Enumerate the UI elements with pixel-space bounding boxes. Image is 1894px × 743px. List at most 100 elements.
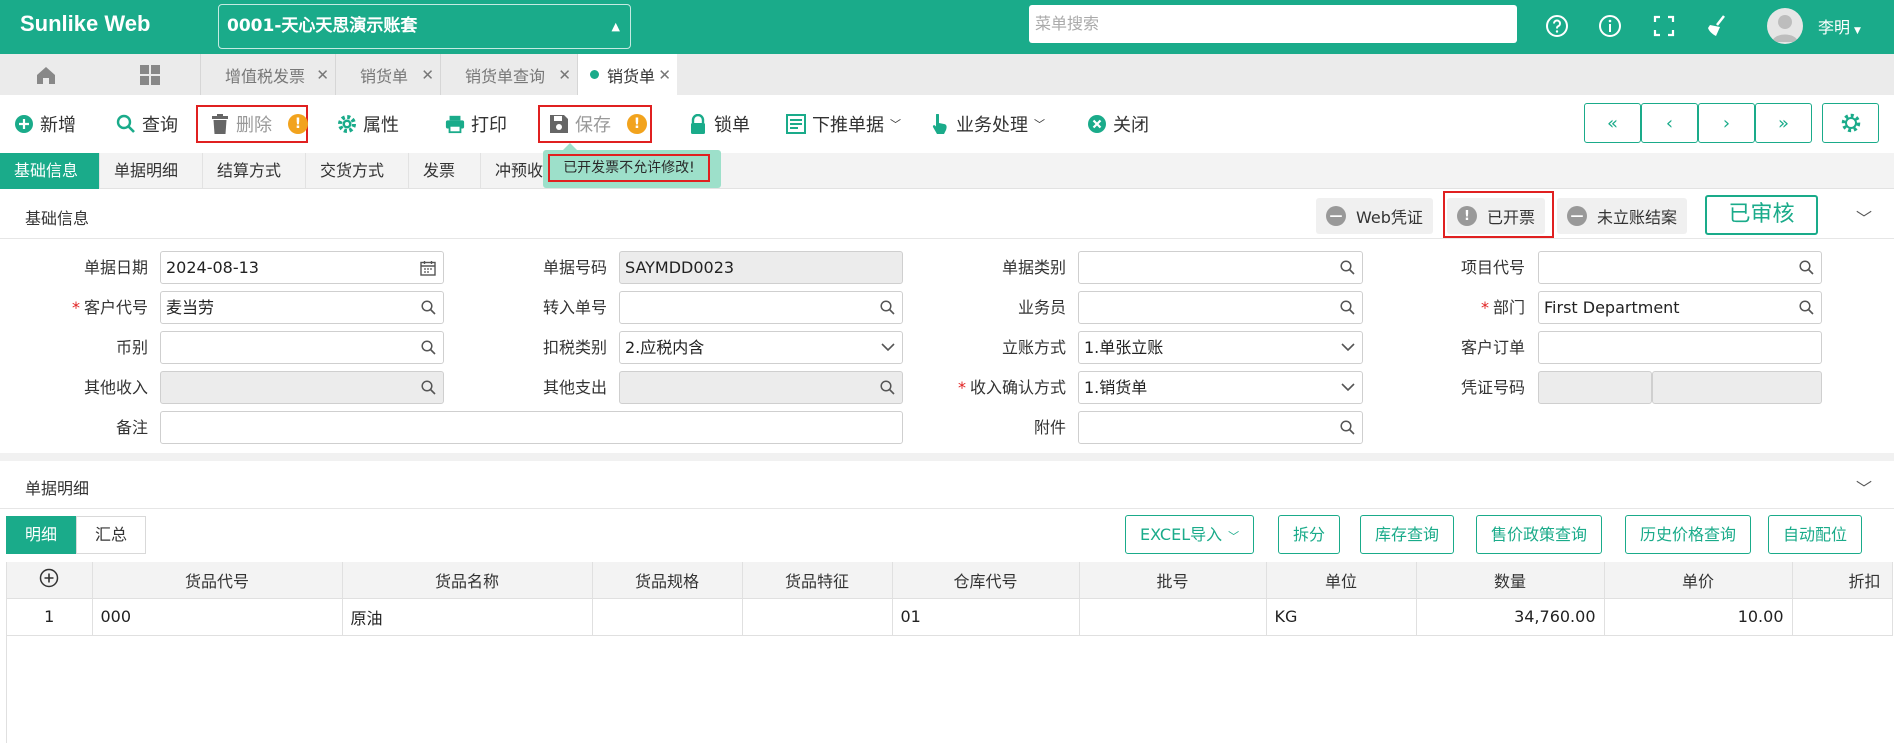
cell-discount[interactable] [1792, 598, 1893, 636]
tab-sales-order[interactable]: 销货单 ✕ [335, 54, 440, 95]
cell-name[interactable]: 原油 [342, 598, 593, 636]
subtab-summary[interactable]: 汇总 [76, 516, 147, 554]
search-icon[interactable] [421, 332, 436, 363]
customer-field[interactable]: 麦当劳 [160, 291, 444, 324]
doc-date-field[interactable]: 2024-08-13 [160, 251, 444, 284]
cell-warehouse[interactable]: 01 [892, 598, 1080, 636]
stock-query-button[interactable]: 库存查询 [1360, 515, 1455, 554]
excel-import-button[interactable]: EXCEL导入 ﹀ [1125, 515, 1255, 554]
attachment-field[interactable] [1078, 411, 1363, 444]
user-avatar[interactable] [1767, 8, 1803, 44]
search-icon[interactable] [880, 292, 895, 323]
properties-button[interactable]: 属性 [337, 95, 399, 153]
subtab-detail[interactable]: 明细 [6, 516, 77, 554]
col-header[interactable]: 货品代号 [92, 562, 343, 599]
col-header[interactable]: 数量 [1416, 562, 1605, 599]
collapse-chevron-icon[interactable]: ﹀ [1856, 205, 1872, 229]
income-confirm-select[interactable]: 1.销货单 [1078, 371, 1363, 404]
lock-button[interactable]: 锁单 [688, 95, 750, 153]
cell-spec[interactable] [592, 598, 743, 636]
tax-select[interactable]: 2.应税内含 [619, 331, 903, 364]
info-icon[interactable] [1597, 13, 1623, 39]
cust-order-field[interactable] [1538, 331, 1822, 364]
search-icon[interactable] [1340, 412, 1355, 443]
other-income-field[interactable] [160, 371, 444, 404]
doc-type-field[interactable] [1078, 251, 1363, 284]
settings-button[interactable] [1822, 103, 1879, 143]
cell-price[interactable]: 10.00 [1604, 598, 1793, 636]
col-header[interactable]: 单价 [1604, 562, 1793, 599]
collapse-chevron-icon[interactable]: ﹀ [1856, 475, 1872, 499]
cell-unit[interactable]: KG [1266, 598, 1417, 636]
close-icon[interactable]: ✕ [558, 66, 571, 84]
prev-record-button[interactable]: ‹ [1641, 103, 1698, 143]
search-icon[interactable] [1799, 292, 1814, 323]
delete-button[interactable]: 删除 ! [210, 95, 308, 153]
tab-invoice[interactable]: 发票 [409, 153, 481, 189]
print-button[interactable]: 打印 [445, 95, 507, 153]
other-expense-field[interactable] [619, 371, 903, 404]
next-record-button[interactable]: › [1698, 103, 1755, 143]
tab-sales-query[interactable]: 销货单查询 ✕ [440, 54, 577, 95]
tab-vat-invoice[interactable]: 增值税发票 ✕ [200, 54, 335, 95]
tab-settlement[interactable]: 结算方式 [203, 153, 306, 189]
account-select[interactable]: 1.单张立账 [1078, 331, 1363, 364]
tab-sales-order-active[interactable]: 销货单 ✕ [577, 54, 677, 95]
tab-prepayment[interactable]: 冲预收 [481, 153, 551, 189]
fullscreen-icon[interactable] [1651, 13, 1677, 39]
account-selector[interactable]: 0001-天心天思演示账套 ▲ [218, 4, 631, 49]
business-menu[interactable]: 业务处理 ﹀ [930, 95, 1045, 153]
tab-detail[interactable]: 单据明细 [100, 153, 203, 189]
web-voucher-status[interactable]: — Web凭证 [1316, 198, 1433, 234]
cell-batch[interactable] [1079, 598, 1267, 636]
col-header[interactable]: 批号 [1079, 562, 1267, 599]
tab-label: 销货单 [360, 66, 409, 86]
search-icon[interactable] [1799, 252, 1814, 283]
search-icon[interactable] [1340, 292, 1355, 323]
dept-field[interactable]: First Department [1538, 291, 1822, 324]
cell-qty[interactable]: 34,760.00 [1416, 598, 1605, 636]
col-header[interactable]: 货品名称 [342, 562, 593, 599]
search-icon[interactable] [1340, 252, 1355, 283]
project-field[interactable] [1538, 251, 1822, 284]
user-menu[interactable]: 李明 ▼ [1818, 14, 1861, 38]
col-header[interactable]: 仓库代号 [892, 562, 1080, 599]
first-record-button[interactable]: « [1584, 103, 1641, 143]
col-header[interactable]: 货品规格 [592, 562, 743, 599]
currency-field[interactable] [160, 331, 444, 364]
col-header[interactable]: 货品特征 [742, 562, 893, 599]
cell-code[interactable]: 000 [92, 598, 343, 636]
history-price-button[interactable]: 历史价格查询 [1625, 515, 1752, 554]
col-header[interactable]: 折扣 [1792, 562, 1893, 599]
clean-icon[interactable] [1704, 13, 1730, 39]
close-icon[interactable]: ✕ [421, 66, 434, 84]
auto-allocate-button[interactable]: 自动配位 [1768, 515, 1863, 554]
push-down-menu[interactable]: 下推单据 ﹀ [786, 95, 901, 153]
last-record-button[interactable]: » [1755, 103, 1812, 143]
home-tab[interactable] [0, 54, 92, 95]
apps-tab[interactable] [100, 54, 200, 95]
menu-search-input[interactable]: 菜单搜索 [1029, 5, 1517, 43]
calendar-icon[interactable] [420, 252, 436, 283]
price-policy-button[interactable]: 售价政策查询 [1476, 515, 1603, 554]
add-button[interactable]: 新增 [14, 95, 76, 153]
tab-basic-info[interactable]: 基础信息 [0, 153, 100, 189]
search-icon[interactable] [421, 292, 436, 323]
split-button[interactable]: 拆分 [1278, 515, 1341, 554]
salesman-field[interactable] [1078, 291, 1363, 324]
search-icon[interactable] [421, 372, 436, 403]
cell-feature[interactable] [742, 598, 893, 636]
close-icon[interactable]: ✕ [316, 66, 329, 84]
search-icon[interactable] [880, 372, 895, 403]
close-button[interactable]: 关闭 [1087, 95, 1149, 153]
query-button[interactable]: 查询 [116, 95, 178, 153]
help-icon[interactable] [1544, 13, 1570, 39]
add-row-icon[interactable] [7, 562, 93, 599]
tab-delivery[interactable]: 交货方式 [306, 153, 409, 189]
transfer-field[interactable] [619, 291, 903, 324]
unclosed-status[interactable]: — 未立账结案 [1557, 198, 1688, 234]
close-icon[interactable]: ✕ [658, 66, 671, 84]
col-header[interactable]: 单位 [1266, 562, 1417, 599]
table-row[interactable]: 1 000 原油 01 KG 34,760.00 10.00 [7, 598, 1893, 636]
remark-field[interactable] [160, 411, 903, 444]
